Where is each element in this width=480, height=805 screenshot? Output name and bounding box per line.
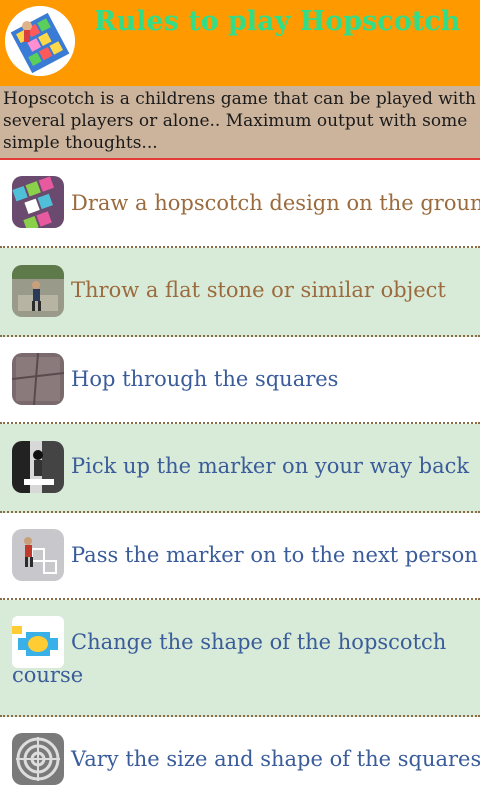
hopscotch-drawing-thumbnail-icon [12,176,64,228]
list-item-label: Draw a hopscotch design on the ground [71,191,480,215]
hopping-thumbnail-icon [12,353,64,405]
pass-marker-thumbnail-icon [12,529,64,581]
pickup-marker-thumbnail-icon [12,441,64,493]
list-item-label: Vary the size and shape of the squares [71,747,480,771]
spiral-squares-thumbnail-icon [12,733,64,785]
child-throwing-thumbnail-icon [12,265,64,317]
list-item[interactable]: Draw a hopscotch design on the ground [0,160,480,248]
page-title: Rules to play Hopscotch [94,6,461,37]
list-item[interactable]: Vary the size and shape of the squares [0,717,480,805]
list-item[interactable]: Throw a flat stone or similar object [0,248,480,337]
list-item[interactable]: Pass the marker on to the next person [0,513,480,600]
list-item[interactable]: Pick up the marker on your way back [0,424,480,513]
list-item[interactable]: Change the shape of the hopscotch course [0,600,480,717]
list-item[interactable]: Hop through the squares [0,337,480,424]
list-item-label: Pick up the marker on your way back [71,454,470,478]
rules-list: Draw a hopscotch design on the ground Th… [0,160,480,805]
list-item-label: Pass the marker on to the next person [71,543,478,567]
list-item-label: Throw a flat stone or similar object [71,278,446,302]
intro-text: Hopscotch is a childrens game that can b… [0,86,480,160]
list-item-label: Hop through the squares [71,367,339,391]
list-item-label-continued: course [12,663,84,687]
list-item-label: Change the shape of the hopscotch [71,630,447,654]
app-logo-icon [5,6,75,76]
app-header: Rules to play Hopscotch [0,0,480,86]
